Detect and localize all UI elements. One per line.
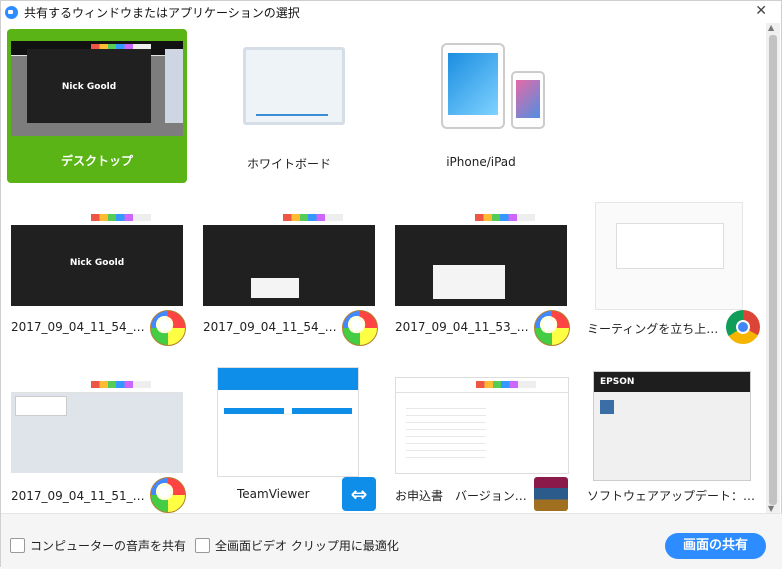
share-screen-button[interactable]: 画面の共有	[665, 533, 766, 559]
checkbox-icon[interactable]	[10, 538, 25, 553]
window-preview	[395, 211, 567, 306]
window-label: お申込書 バージョンアッ...	[395, 489, 535, 503]
share-options-grid: Nick Goold デスクトップ ホワイトボード iPhone/iPad Ni…	[1, 23, 767, 513]
scroll-down-icon[interactable]: ▼	[768, 504, 774, 513]
window-label: 2017_09_04_11_54_17_Zo...	[11, 320, 151, 334]
share-audio-label: コンピューターの音声を共有	[30, 539, 187, 553]
window-preview: EPSON	[593, 371, 751, 481]
window-label: ソフトウェアアップデート：E...	[587, 489, 759, 503]
preview-name: Nick Goold	[69, 258, 125, 268]
window-label: 2017_09_04_11_54_05_20...	[203, 320, 343, 334]
tile-label: iPhone/iPad	[446, 155, 516, 169]
window-preview	[11, 378, 183, 473]
preview-brand: EPSON	[594, 372, 750, 392]
window-tile[interactable]: TeamViewer	[199, 367, 379, 513]
window-tile[interactable]: Nick Goold 2017_09_04_11_54_17_Zo...	[7, 206, 187, 351]
tile-label: デスクトップ	[60, 154, 133, 168]
title-bar: 共有するウィンドウまたはアプリケーションの選択 ✕	[1, 1, 782, 23]
window-tile[interactable]: 2017_09_04_11_51_12_ミ...	[7, 373, 187, 513]
paint-icon	[150, 477, 186, 513]
footer-bar: コンピューターの音声を共有 全画面ビデオ クリップ用に最適化 画面の共有	[1, 513, 782, 569]
paint-icon	[534, 310, 570, 346]
window-preview: Nick Goold	[11, 211, 183, 306]
optimize-video-label: 全画面ビデオ クリップ用に最適化	[215, 539, 399, 553]
optimize-video-checkbox[interactable]: 全画面ビデオ クリップ用に最適化	[195, 537, 399, 554]
window-label: ミーティングを立ち上げる -...	[587, 322, 727, 336]
window-preview	[217, 367, 359, 477]
tile-desktop[interactable]: Nick Goold デスクトップ	[7, 29, 187, 183]
window-tile[interactable]: 2017_09_04_11_54_05_20...	[199, 206, 379, 351]
preview-name: Nick Goold	[61, 82, 117, 92]
window-preview	[395, 377, 569, 474]
tile-iphone-ipad[interactable]: iPhone/iPad	[391, 29, 571, 183]
window-tile[interactable]: EPSON ソフトウェアアップデート：E...	[583, 371, 763, 513]
chrome-icon	[726, 310, 760, 344]
window-label: 2017_09_04_11_51_12_ミ...	[11, 489, 151, 503]
winrar-icon	[534, 477, 568, 511]
window-label: TeamViewer	[237, 487, 310, 501]
window-tile[interactable]: お申込書 バージョンアッ...	[391, 373, 571, 513]
window-title: 共有するウィンドウまたはアプリケーションの選択	[24, 5, 300, 20]
scrollbar[interactable]: ▲ ▼	[766, 23, 780, 513]
window-tile[interactable]: 2017_09_04_11_53_47_20...	[391, 206, 571, 351]
tile-whiteboard[interactable]: ホワイトボード	[199, 29, 379, 183]
paint-icon	[342, 310, 378, 346]
desktop-preview: Nick Goold	[11, 41, 183, 136]
zoom-app-icon	[5, 5, 18, 19]
share-audio-checkbox[interactable]: コンピューターの音声を共有	[10, 537, 186, 554]
whiteboard-icon	[243, 47, 345, 125]
close-button[interactable]: ✕	[755, 3, 767, 19]
scroll-thumb[interactable]	[769, 35, 777, 505]
window-preview	[595, 202, 743, 310]
window-tile[interactable]: ミーティングを立ち上げる -...	[583, 202, 763, 351]
share-window: 共有するウィンドウまたはアプリケーションの選択 ✕ Nick Goold デスク…	[0, 0, 782, 569]
tile-label: ホワイトボード	[246, 157, 331, 171]
window-label: 2017_09_04_11_53_47_20...	[395, 320, 535, 334]
scroll-up-icon[interactable]: ▲	[768, 23, 774, 32]
checkbox-icon[interactable]	[195, 538, 210, 553]
paint-icon	[150, 310, 186, 346]
window-preview	[203, 211, 375, 306]
teamviewer-icon	[342, 477, 376, 511]
